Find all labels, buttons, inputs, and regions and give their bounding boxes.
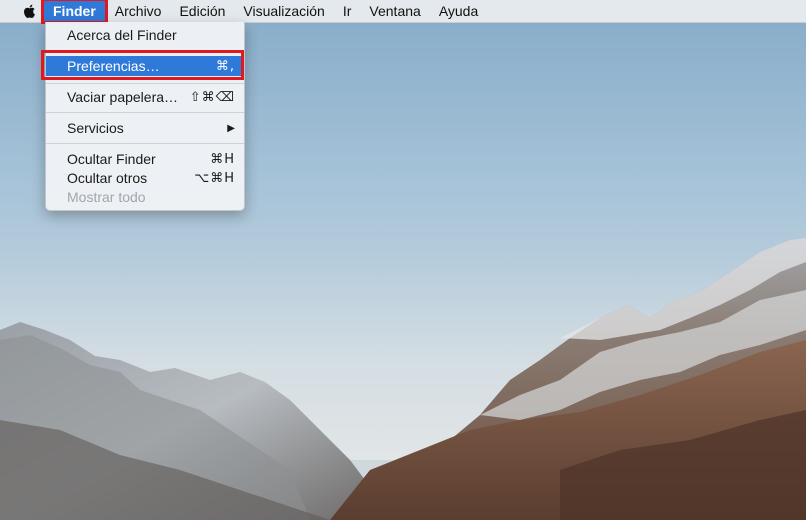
menu-item-label: Ocultar Finder (67, 151, 156, 167)
menu-item-label: Mostrar todo (67, 189, 146, 205)
menu-edicion[interactable]: Edición (170, 0, 234, 22)
menu-separator (46, 112, 244, 113)
finder-dropdown-menu: Acerca del Finder Preferencias… ⌘, Vacia… (45, 22, 245, 211)
apple-menu[interactable] (20, 0, 38, 22)
menu-item-label: Preferencias… (67, 58, 160, 74)
shortcut-label: ⌥⌘H (194, 170, 235, 186)
menu-item-label: Acerca del Finder (67, 27, 177, 43)
menu-item-empty-trash[interactable]: Vaciar papelera… ⇧⌘⌫ (46, 87, 244, 107)
menu-bar: Finder Archivo Edición Visualización Ir … (0, 0, 806, 24)
shortcut-label: ⌘, (215, 58, 235, 74)
shortcut-label: ⇧⌘⌫ (189, 89, 235, 105)
menu-finder[interactable]: Finder (41, 0, 108, 24)
menu-item-about-finder[interactable]: Acerca del Finder (46, 25, 244, 45)
menu-separator (46, 143, 244, 144)
apple-icon (24, 4, 35, 18)
menu-item-hide-finder[interactable]: Ocultar Finder ⌘H (46, 149, 244, 169)
menu-separator (46, 83, 244, 84)
menu-item-show-all: Mostrar todo (46, 187, 244, 207)
shortcut-label: ⌘H (210, 151, 235, 167)
triangle-right-icon: ▶ (227, 122, 235, 134)
menu-separator (46, 50, 244, 51)
menu-item-hide-others[interactable]: Ocultar otros ⌥⌘H (46, 168, 244, 188)
menu-visualizacion[interactable]: Visualización (234, 0, 333, 22)
menu-ventana[interactable]: Ventana (360, 0, 429, 22)
menu-item-services[interactable]: Servicios ▶ (46, 118, 244, 138)
menu-item-label: Ocultar otros (67, 170, 148, 186)
menu-archivo[interactable]: Archivo (106, 0, 171, 22)
menu-ir[interactable]: Ir (334, 0, 361, 22)
menu-item-preferences[interactable]: Preferencias… ⌘, (46, 56, 244, 76)
menu-item-label: Servicios (67, 120, 124, 136)
menu-ayuda[interactable]: Ayuda (430, 0, 487, 22)
menu-item-label: Vaciar papelera… (67, 89, 179, 105)
